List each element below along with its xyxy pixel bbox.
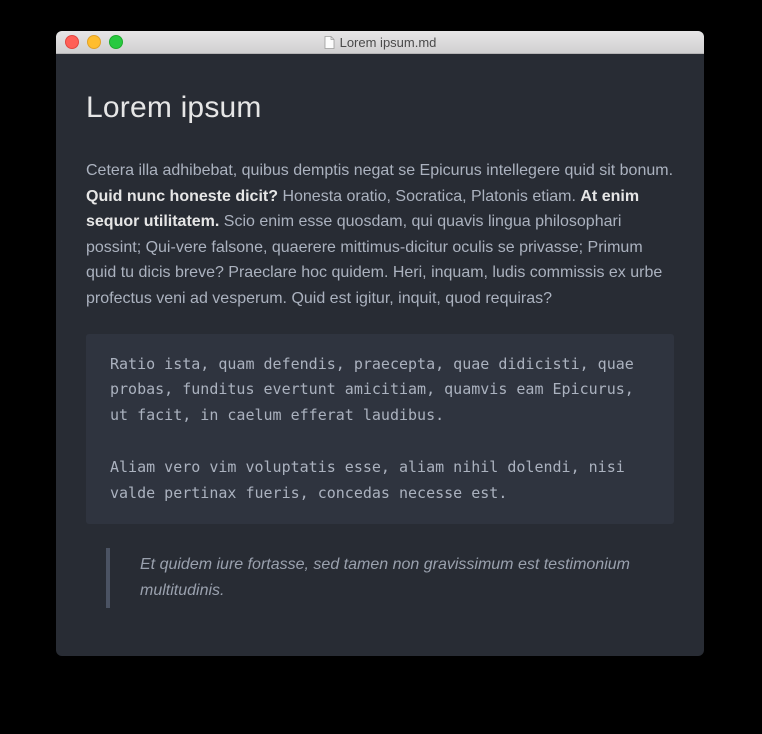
document-content: Lorem ipsum Cetera illa adhibebat, quibu… — [56, 54, 704, 656]
blockquote-text: Et quidem iure fortasse, sed tamen non g… — [140, 556, 630, 599]
para-text: Cetera illa adhibebat, quibus demptis ne… — [86, 162, 673, 179]
minimize-icon[interactable] — [87, 35, 101, 49]
window-title-text: Lorem ipsum.md — [340, 35, 437, 50]
maximize-icon[interactable] — [109, 35, 123, 49]
close-icon[interactable] — [65, 35, 79, 49]
para-text: Honesta oratio, Socratica, Platonis etia… — [278, 188, 580, 205]
blockquote: Et quidem iure fortasse, sed tamen non g… — [106, 548, 674, 607]
document-file-icon — [324, 36, 335, 49]
code-block: Ratio ista, quam defendis, praecepta, qu… — [86, 334, 674, 525]
window-title: Lorem ipsum.md — [56, 35, 704, 50]
window-titlebar[interactable]: Lorem ipsum.md — [56, 31, 704, 54]
body-paragraph: Cetera illa adhibebat, quibus demptis ne… — [86, 158, 674, 312]
app-window: Lorem ipsum.md Lorem ipsum Cetera illa a… — [56, 31, 704, 656]
para-bold: Quid nunc honeste dicit? — [86, 188, 278, 205]
page-title: Lorem ipsum — [86, 84, 674, 132]
window-traffic-lights — [65, 35, 123, 49]
